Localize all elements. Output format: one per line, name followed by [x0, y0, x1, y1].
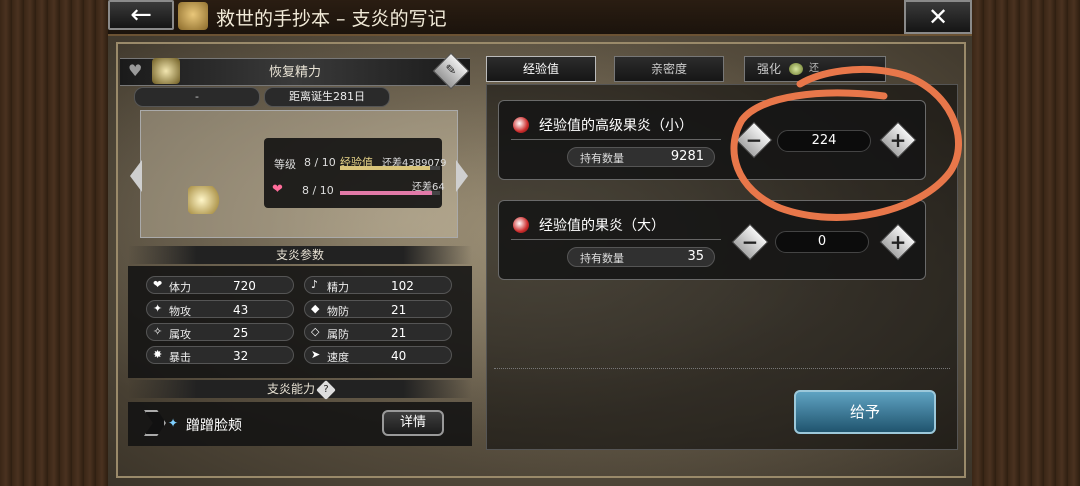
minus-icon: − — [745, 128, 763, 152]
prev-arrow-icon[interactable] — [130, 160, 142, 192]
hold-value: 9281 — [670, 149, 704, 164]
level-value: 8 / 10 — [304, 156, 336, 169]
plus-icon: + — [889, 128, 907, 152]
stat-value: 720 — [233, 279, 256, 293]
back-arrow-icon: ← — [130, 0, 152, 30]
tab-exp[interactable]: 经验值 — [486, 56, 596, 82]
ability-name: 蹭蹭脸颊 — [186, 418, 242, 434]
fruit-icon — [513, 117, 529, 133]
stat-value: 25 — [233, 326, 249, 340]
stat-label: 暴击 — [169, 351, 191, 364]
sparkle-icon: ✦ — [168, 416, 179, 430]
fruit-icon — [513, 217, 529, 233]
divider — [494, 368, 950, 370]
minus-button[interactable]: − — [731, 223, 769, 261]
hold-count: 持有数量 35 — [567, 247, 715, 267]
hold-label: 持有数量 — [580, 152, 624, 165]
hold-count: 持有数量 9281 — [567, 147, 715, 167]
tab-enhance[interactable]: 强化 还 — [744, 56, 886, 82]
stat-value: 43 — [233, 303, 249, 317]
give-button[interactable]: 给予 — [794, 390, 936, 434]
item-row: 经验值的果炎（大） 持有数量 35 − 0 + — [498, 200, 926, 280]
plus-button[interactable]: + — [879, 223, 917, 261]
stat-pill: ♪ 精力 102 — [304, 276, 452, 294]
stat-icon: ◇ — [311, 325, 320, 338]
stat-value: 21 — [391, 303, 407, 317]
stat-value: 32 — [233, 349, 249, 363]
stat-icon: ✸ — [153, 348, 163, 361]
stat-label: 速度 — [327, 351, 349, 364]
params-heading: 支炎参数 — [128, 246, 472, 264]
enhance-icon — [789, 63, 803, 75]
stat-pill: ✸ 暴击 32 — [146, 346, 294, 364]
stat-icon: ✦ — [153, 302, 163, 315]
detail-button[interactable]: 详情 — [382, 410, 444, 436]
quantity-field[interactable]: 224 — [777, 130, 871, 152]
tab-enhance-label: 强化 — [757, 62, 782, 76]
stat-pill: ➤ 速度 40 — [304, 346, 452, 364]
help-icon[interactable]: ? — [316, 379, 336, 400]
stat-value: 102 — [391, 279, 414, 293]
stat-pill: ✧ 属攻 25 — [146, 323, 294, 341]
quantity-field[interactable]: 0 — [775, 231, 869, 253]
minus-button[interactable]: − — [735, 121, 773, 159]
item-name: 经验值的果炎（大） — [539, 218, 665, 234]
next-arrow-icon[interactable] — [456, 160, 468, 192]
params-panel: ❤ 体力 720 ♪ 精力 102 ✦ 物攻 43 ◆ 物防 21 ✧ 属攻 25 ◇ 属防 21 ✸ 暴击 32 ➤ 速度… — [128, 266, 472, 378]
plus-button[interactable]: + — [879, 121, 917, 159]
stat-label: 精力 — [327, 281, 349, 294]
back-button[interactable]: ← — [108, 0, 174, 30]
character-sprite — [188, 186, 222, 214]
stat-label: 物防 — [327, 305, 349, 318]
tag-left: - — [134, 87, 260, 107]
stat-label: 物攻 — [169, 305, 191, 318]
book-icon — [178, 2, 208, 30]
status-box — [264, 138, 442, 208]
skill-name: 恢复精力 — [268, 65, 321, 80]
exp-bar-fill — [340, 166, 430, 170]
stat-label: 体力 — [169, 281, 191, 294]
ability-heading: 支炎能力? — [128, 379, 472, 400]
stat-pill: ◇ 属防 21 — [304, 323, 452, 341]
close-icon: ✕ — [927, 3, 949, 31]
affection-value: 8 / 10 — [302, 184, 334, 197]
tab-affection[interactable]: 亲密度 — [614, 56, 724, 82]
tab-enhance-remaining: 还 — [809, 63, 819, 74]
stat-icon: ✧ — [153, 325, 163, 338]
stat-value: 40 — [391, 349, 407, 363]
stat-value: 21 — [391, 326, 407, 340]
item-name: 经验值的高级果炎（小） — [539, 118, 693, 134]
divider — [511, 239, 721, 240]
plus-icon: + — [889, 230, 907, 254]
stat-pill: ◆ 物防 21 — [304, 300, 452, 318]
stat-pill: ✦ 物攻 43 — [146, 300, 294, 318]
stat-pill: ❤ 体力 720 — [146, 276, 294, 294]
birthday-tag: 距离诞生281日 — [264, 87, 390, 107]
affection-heart-icon: ❤ — [272, 182, 283, 197]
ability-heading-label: 支炎能力 — [266, 382, 315, 396]
stat-icon: ♪ — [311, 278, 319, 291]
item-row: 经验值的高级果炎（小） 持有数量 9281 − 224 + — [498, 100, 926, 180]
hold-label: 持有数量 — [580, 252, 624, 265]
divider — [511, 139, 721, 140]
stat-label: 属防 — [327, 328, 349, 341]
feather-icon: ✎ — [445, 63, 457, 78]
hold-value: 35 — [687, 249, 704, 264]
stat-icon: ◆ — [311, 302, 320, 315]
close-button[interactable]: ✕ — [904, 0, 972, 34]
stat-icon: ❤ — [153, 278, 163, 291]
stat-label: 属攻 — [169, 328, 191, 341]
stat-icon: ➤ — [311, 348, 321, 361]
minus-icon: − — [741, 230, 759, 254]
affection-bar-fill — [340, 191, 432, 195]
level-label: 等级 — [274, 158, 296, 171]
page-title: 救世的手抄本 – 支炎的写记 — [216, 8, 447, 30]
